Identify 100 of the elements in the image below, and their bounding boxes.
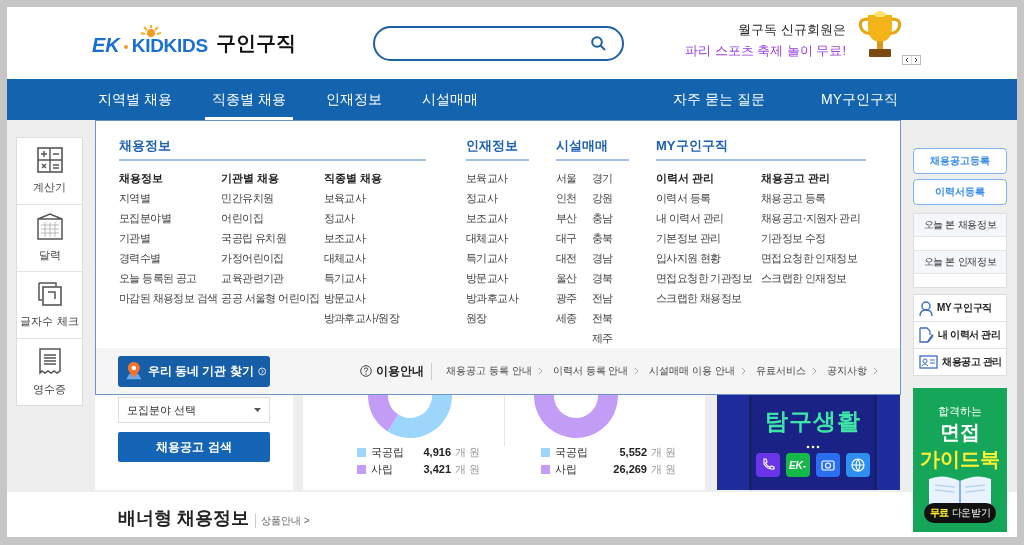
find-nearby-button[interactable]: 우리 동네 기관 찾기 — [118, 355, 270, 387]
menu-group-heading[interactable]: 이력서 관리 — [656, 168, 761, 188]
tool-label[interactable]: 영수증 — [33, 382, 66, 397]
menu-item[interactable]: 교육관련기관 — [221, 268, 324, 288]
menu-item[interactable]: 울산 — [556, 268, 592, 288]
search-field[interactable] — [373, 25, 624, 61]
menu-item[interactable]: 보육교사 — [466, 168, 518, 188]
legend-value: 26,269 — [612, 463, 647, 475]
search-icon[interactable] — [591, 35, 606, 51]
recent-header[interactable]: 오늘 본 채용정보 — [914, 214, 1006, 237]
menu-item[interactable]: 충남 — [592, 208, 628, 228]
menu-item[interactable]: 제주 — [592, 328, 628, 348]
menu-item[interactable]: 원장 — [466, 308, 518, 328]
menu-group-heading[interactable]: 기관별 채용 — [221, 168, 324, 188]
menu-item[interactable]: 광주 — [556, 288, 592, 308]
menu-item[interactable]: 방과후교사 — [466, 288, 518, 308]
menu-item[interactable]: 대체교사 — [323, 248, 426, 268]
menu-item[interactable]: 입사지원 현황 — [656, 248, 761, 268]
menu-group-heading[interactable]: 직종별 채용 — [323, 168, 426, 188]
menu-item[interactable]: 대체교사 — [466, 228, 518, 248]
menu-item[interactable]: 기본정보 관리 — [656, 228, 761, 248]
menu-group-heading[interactable]: 채용정보 — [119, 168, 222, 188]
guidebook-ad[interactable]: 합격하는 면접 가이드북 무료 다운받기 — [913, 388, 1007, 532]
menu-item[interactable]: 공공 서울형 어린이집 — [221, 288, 324, 308]
menu-item[interactable]: 보조교사 — [323, 228, 426, 248]
menu-item[interactable]: 보조교사 — [466, 208, 518, 228]
menu-item[interactable]: 전남 — [592, 288, 628, 308]
menu-item[interactable]: 마감된 채용정보 검색 — [119, 288, 222, 308]
menu-section-title[interactable]: 인재정보 — [466, 137, 529, 161]
menu-item[interactable]: 경력수별 — [119, 248, 222, 268]
menu-item[interactable]: 특기교사 — [323, 268, 426, 288]
menu-section-title[interactable]: MY구인구직 — [656, 137, 866, 161]
menu-item[interactable]: 부산 — [556, 208, 592, 228]
menu-item[interactable]: 가정어린이집 — [221, 248, 324, 268]
recent-header[interactable]: 오늘 본 인재정보 — [914, 251, 1006, 274]
download-badge[interactable]: 무료 다운받기 — [923, 503, 997, 523]
menu-item[interactable]: 스크랩한 채용정보 — [656, 288, 761, 308]
menu-item[interactable]: 내 이력서 관리 — [656, 208, 761, 228]
menu-item[interactable]: 경남 — [592, 248, 628, 268]
menu-item[interactable]: 보육교사 — [323, 188, 426, 208]
menu-item[interactable]: 오늘 등록된 공고 — [119, 268, 222, 288]
globe-icon[interactable] — [845, 453, 870, 477]
menu-item[interactable]: 서울 — [556, 168, 592, 188]
menu-item[interactable]: 채용공고·지원자 관리 — [761, 208, 866, 228]
menu-item[interactable]: 기관별 — [119, 228, 222, 248]
carousel-arrows-icon[interactable] — [902, 55, 921, 65]
quick-link[interactable]: MY 구인구직 — [937, 301, 992, 315]
menu-item[interactable]: 어린이집 — [221, 208, 324, 228]
menu-item[interactable]: 대구 — [556, 228, 592, 248]
guide-link[interactable]: 채용공고 등록 안내 — [446, 364, 532, 378]
quick-link[interactable]: 채용공고 관리 — [942, 355, 1002, 369]
menu-item[interactable]: 모집분야별 — [119, 208, 222, 228]
chevron-right-icon — [812, 367, 817, 375]
menu-item[interactable]: 민간유치원 — [221, 188, 324, 208]
menu-item[interactable]: 정교사 — [323, 208, 426, 228]
nav-tab[interactable]: 시설매매 — [414, 79, 485, 120]
nav-link[interactable]: MY구인구직 — [814, 79, 905, 120]
tool-label[interactable]: 글자수 체크 — [20, 314, 79, 329]
menu-item[interactable]: 강원 — [592, 188, 628, 208]
menu-item[interactable]: 충북 — [592, 228, 628, 248]
logo-wordmark[interactable]: KIDKIDS — [131, 34, 208, 57]
category-select[interactable]: 모집분야 선택 — [118, 397, 270, 423]
menu-item[interactable]: 방문교사 — [466, 268, 518, 288]
search-button[interactable]: 채용공고 검색 — [118, 432, 270, 462]
menu-item[interactable]: 지역별 — [119, 188, 222, 208]
nav-tab[interactable]: 인재정보 — [318, 79, 389, 120]
menu-item[interactable]: 인천 — [556, 188, 592, 208]
nav-tab[interactable]: 지역별 채용 — [91, 79, 179, 120]
legend-label: 국공립 — [555, 444, 589, 460]
menu-item[interactable]: 특기교사 — [466, 248, 518, 268]
phone-icon[interactable] — [755, 453, 780, 477]
promo-text[interactable]: 월구독 신규회원은 — [738, 20, 846, 39]
menu-item[interactable]: 기관정보 수정 — [761, 228, 866, 248]
tool-label[interactable]: 달력 — [38, 248, 61, 263]
quick-link[interactable]: 내 이력서 관리 — [938, 328, 1001, 342]
menu-section-title[interactable]: 시설매매 — [556, 137, 629, 161]
service-title[interactable]: 구인구직 — [215, 29, 296, 57]
promo-text[interactable]: 파리 스포츠 축제 놀이 무료! — [684, 41, 846, 60]
menu-item[interactable]: 국공립 유치원 — [221, 228, 324, 248]
menu-item[interactable]: 경북 — [592, 268, 628, 288]
guide-link[interactable]: 이력서 등록 안내 — [552, 364, 629, 378]
menu-section-title[interactable]: 채용정보 — [119, 137, 426, 161]
menu-group-heading[interactable]: 채용공고 관리 — [761, 168, 866, 188]
menu-item[interactable]: 세종 — [556, 308, 592, 328]
menu-item[interactable]: 면접요청한 인재정보 — [761, 248, 866, 268]
menu-item[interactable]: 채용공고 등록 — [761, 188, 866, 208]
menu-item[interactable]: 이력서 등록 — [656, 188, 761, 208]
camera-icon[interactable] — [815, 453, 840, 477]
menu-item[interactable]: 면접요청한 기관정보 — [656, 268, 761, 288]
menu-item[interactable]: 정교사 — [466, 188, 518, 208]
logo-mark[interactable]: EK — [92, 33, 120, 57]
menu-item[interactable]: 방문교사 — [323, 288, 426, 308]
menu-item[interactable]: 대전 — [556, 248, 592, 268]
menu-item[interactable]: 전북 — [592, 308, 628, 328]
section-link[interactable]: 상품안내 > — [255, 514, 310, 528]
menu-item[interactable]: 경기 — [592, 168, 628, 188]
nav-link[interactable]: 자주 묻는 질문 — [666, 79, 772, 120]
menu-item[interactable]: 스크랩한 인재정보 — [761, 268, 866, 288]
tool-label[interactable]: 계산기 — [33, 180, 66, 195]
menu-item[interactable]: 방과후교사/원장 — [323, 308, 426, 328]
